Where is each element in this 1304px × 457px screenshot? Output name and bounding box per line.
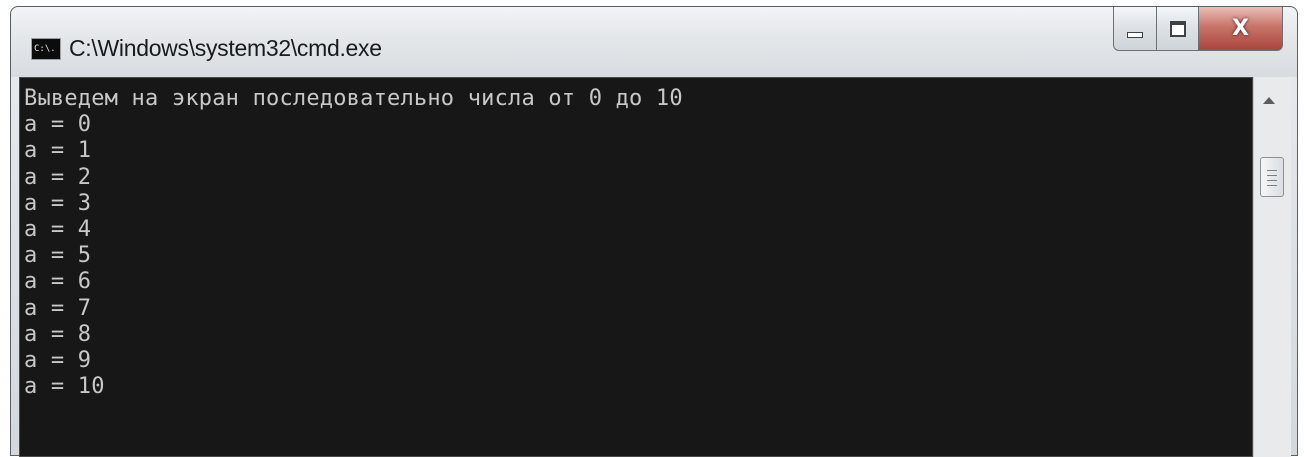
console-line: a = 6	[24, 269, 92, 295]
scroll-up-arrow-icon[interactable]	[1263, 97, 1275, 104]
console-line: a = 7	[24, 295, 92, 321]
console-lines: Выведем на экран последовательно числа о…	[24, 86, 683, 400]
console-line: a = 0	[24, 112, 92, 138]
scroll-thumb[interactable]	[1260, 157, 1284, 197]
console-line: a = 9	[24, 347, 92, 373]
minimize-icon	[1127, 31, 1143, 38]
caption-buttons: X	[1113, 7, 1283, 51]
grip-line	[1267, 180, 1277, 181]
console-line-header: Выведем на экран последовательно числа о…	[24, 86, 683, 111]
cmd-icon[interactable]: C:\.	[31, 38, 61, 60]
console-line: a = 4	[24, 216, 92, 242]
close-button[interactable]: X	[1199, 7, 1283, 51]
console-line: a = 1	[24, 138, 92, 164]
console-line: a = 8	[24, 321, 92, 347]
grip-line	[1267, 185, 1277, 186]
minimize-button[interactable]	[1113, 7, 1157, 51]
grip-line	[1267, 175, 1277, 176]
console-line: a = 2	[24, 164, 92, 190]
grip-line	[1267, 170, 1277, 171]
maximize-icon	[1169, 20, 1186, 37]
vertical-scrollbar[interactable]	[1253, 77, 1291, 457]
close-icon: X	[1232, 16, 1249, 41]
cmd-window: C:\. C:\Windows\system32\cmd.exe X Вывед…	[10, 6, 1298, 457]
console-output[interactable]: Выведем на экран последовательно числа о…	[19, 77, 1253, 457]
title-bar[interactable]: C:\. C:\Windows\system32\cmd.exe X	[11, 7, 1297, 77]
console-line: a = 3	[24, 190, 92, 216]
window-title: C:\Windows\system32\cmd.exe	[69, 35, 382, 61]
console-line: a = 10	[24, 374, 105, 400]
console-line: a = 5	[24, 243, 92, 269]
maximize-button[interactable]	[1157, 7, 1199, 51]
